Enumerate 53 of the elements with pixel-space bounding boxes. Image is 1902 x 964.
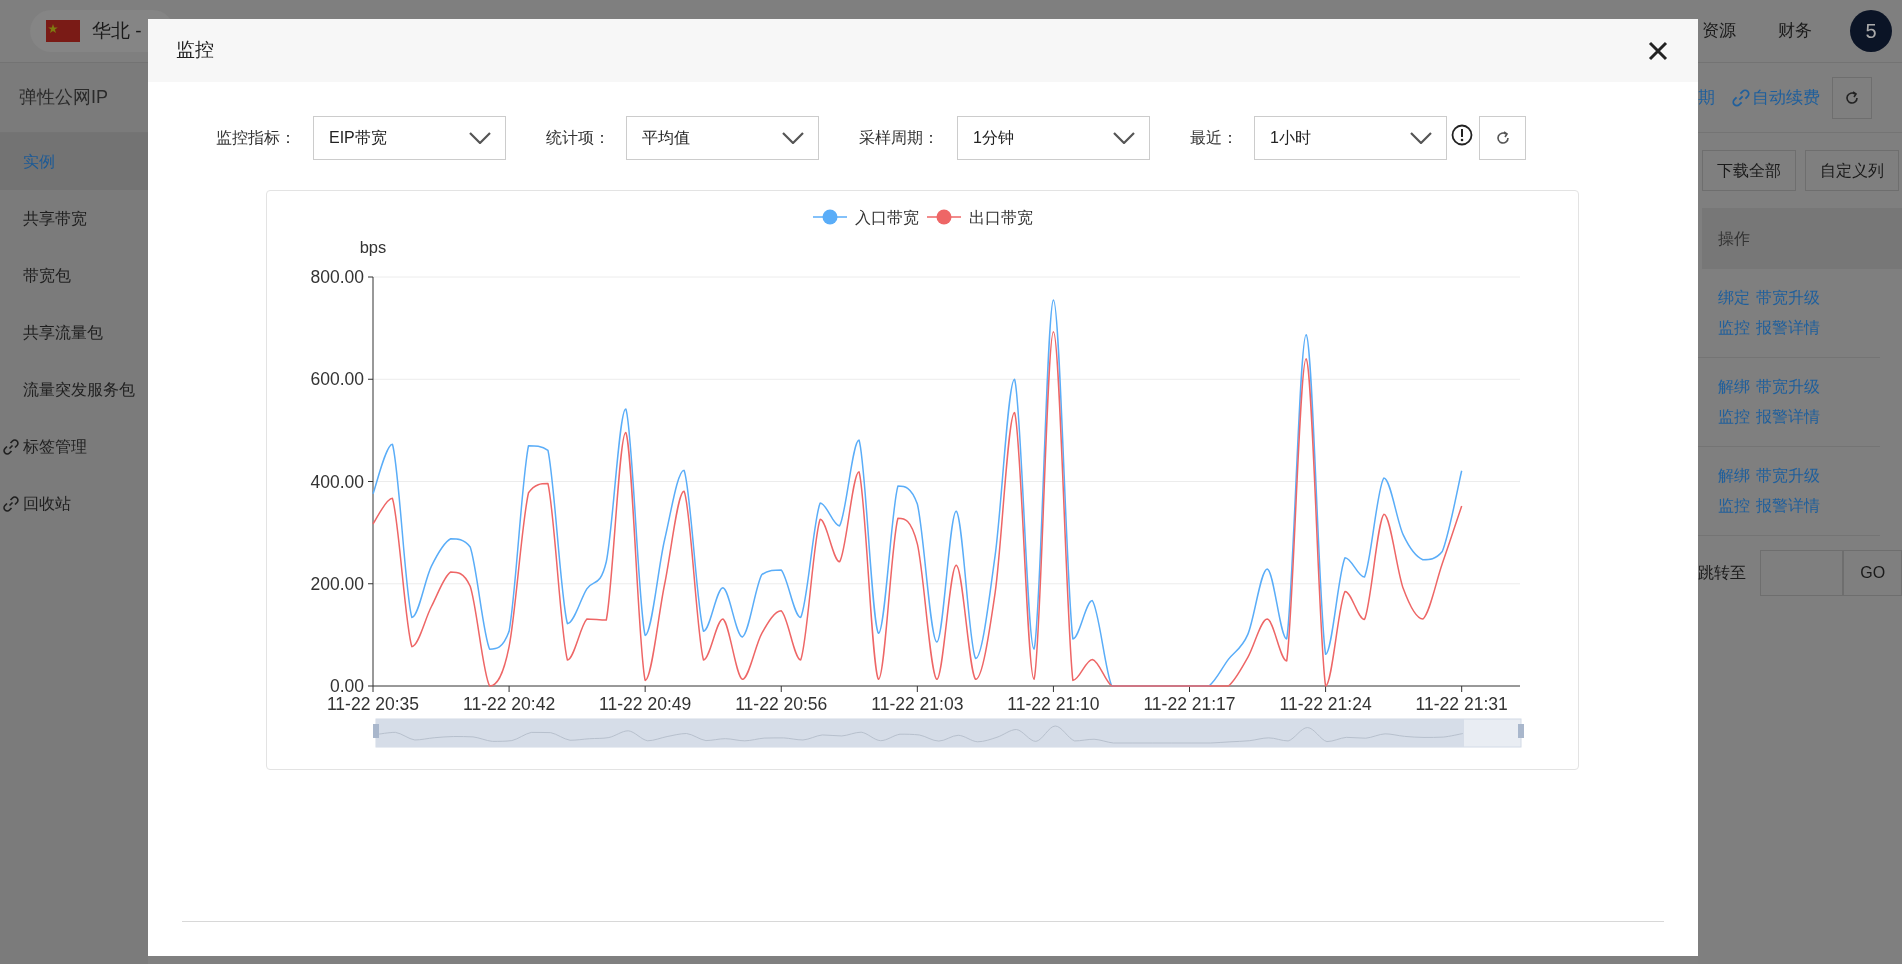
sidebar-item[interactable]: 共享流量包	[0, 304, 148, 361]
sidebar-item[interactable]: 回收站	[0, 475, 148, 532]
filter-label: 统计项：	[546, 128, 611, 148]
dropdown[interactable]: EIP带宽	[313, 116, 506, 160]
x-tick-label: 11-22 21:10	[1007, 694, 1100, 714]
column-header: 操作	[1718, 228, 1750, 249]
y-axis-label: bps	[359, 238, 387, 256]
x-tick-label: 11-22 20:56	[735, 694, 828, 714]
legend-label[interactable]: 入口带宽	[855, 209, 919, 226]
refresh-button[interactable]	[1832, 76, 1872, 119]
action-button[interactable]: 自定义列	[1805, 150, 1899, 191]
filter-label: 监控指标：	[216, 128, 297, 148]
x-tick-label: 11-22 21:03	[871, 694, 964, 714]
legend-marker[interactable]	[812, 209, 848, 225]
dropdown[interactable]: 1分钟	[957, 116, 1150, 160]
legend-marker[interactable]	[926, 209, 962, 225]
chevron-icon	[1410, 132, 1432, 144]
x-tick-label: 11-22 20:35	[326, 694, 420, 714]
sidebar-item[interactable]: 带宽包	[0, 247, 148, 304]
dropdown[interactable]: 平均值	[626, 116, 819, 160]
go-button[interactable]: GO	[1843, 550, 1902, 596]
region-label: 华北 -	[92, 18, 142, 43]
dialog-title: 监控	[176, 38, 214, 63]
y-tick-label: 600.00	[310, 369, 364, 390]
x-tick-label: 11-22 21:24	[1279, 694, 1372, 714]
filter-label: 采样周期：	[859, 128, 940, 148]
top-menu-item[interactable]: 财务	[1778, 18, 1812, 44]
jump-label: 跳转至	[1698, 563, 1747, 583]
x-tick-label: 11-22 20:42	[463, 694, 556, 714]
y-tick-label: 800.00	[310, 267, 364, 287]
sidebar-item[interactable]: 标签管理	[0, 418, 148, 475]
y-tick-label: 400.00	[310, 471, 364, 492]
sidebar-item[interactable]: 共享带宽	[0, 190, 148, 247]
flag-icon	[46, 20, 80, 42]
chevron-icon	[782, 132, 804, 144]
user-avatar[interactable]: 5	[1850, 10, 1892, 52]
x-tick-label: 11-22 21:31	[1415, 694, 1508, 714]
refresh-icon	[1494, 130, 1511, 146]
y-tick-label: 200.00	[310, 573, 364, 594]
chevron-icon	[1113, 132, 1135, 144]
info-icon	[1451, 124, 1473, 146]
x-tick-label: 11-22 20:49	[599, 694, 692, 714]
refresh-icon	[1844, 89, 1860, 106]
sidebar-item[interactable]: 流量突发服务包	[0, 361, 148, 418]
y-tick-label: 0.00	[329, 676, 364, 696]
action-button[interactable]: 下载全部	[1702, 150, 1796, 191]
dropdown[interactable]: 1小时	[1254, 116, 1447, 160]
top-menu-item[interactable]: 资源	[1702, 18, 1736, 44]
legend-label[interactable]: 出口带宽	[969, 209, 1033, 226]
filter-label: 最近：	[1190, 128, 1239, 148]
x-tick-label: 11-22 21:17	[1143, 694, 1236, 714]
data-zoom-slider[interactable]	[373, 718, 1524, 748]
chevron-icon	[469, 132, 491, 144]
